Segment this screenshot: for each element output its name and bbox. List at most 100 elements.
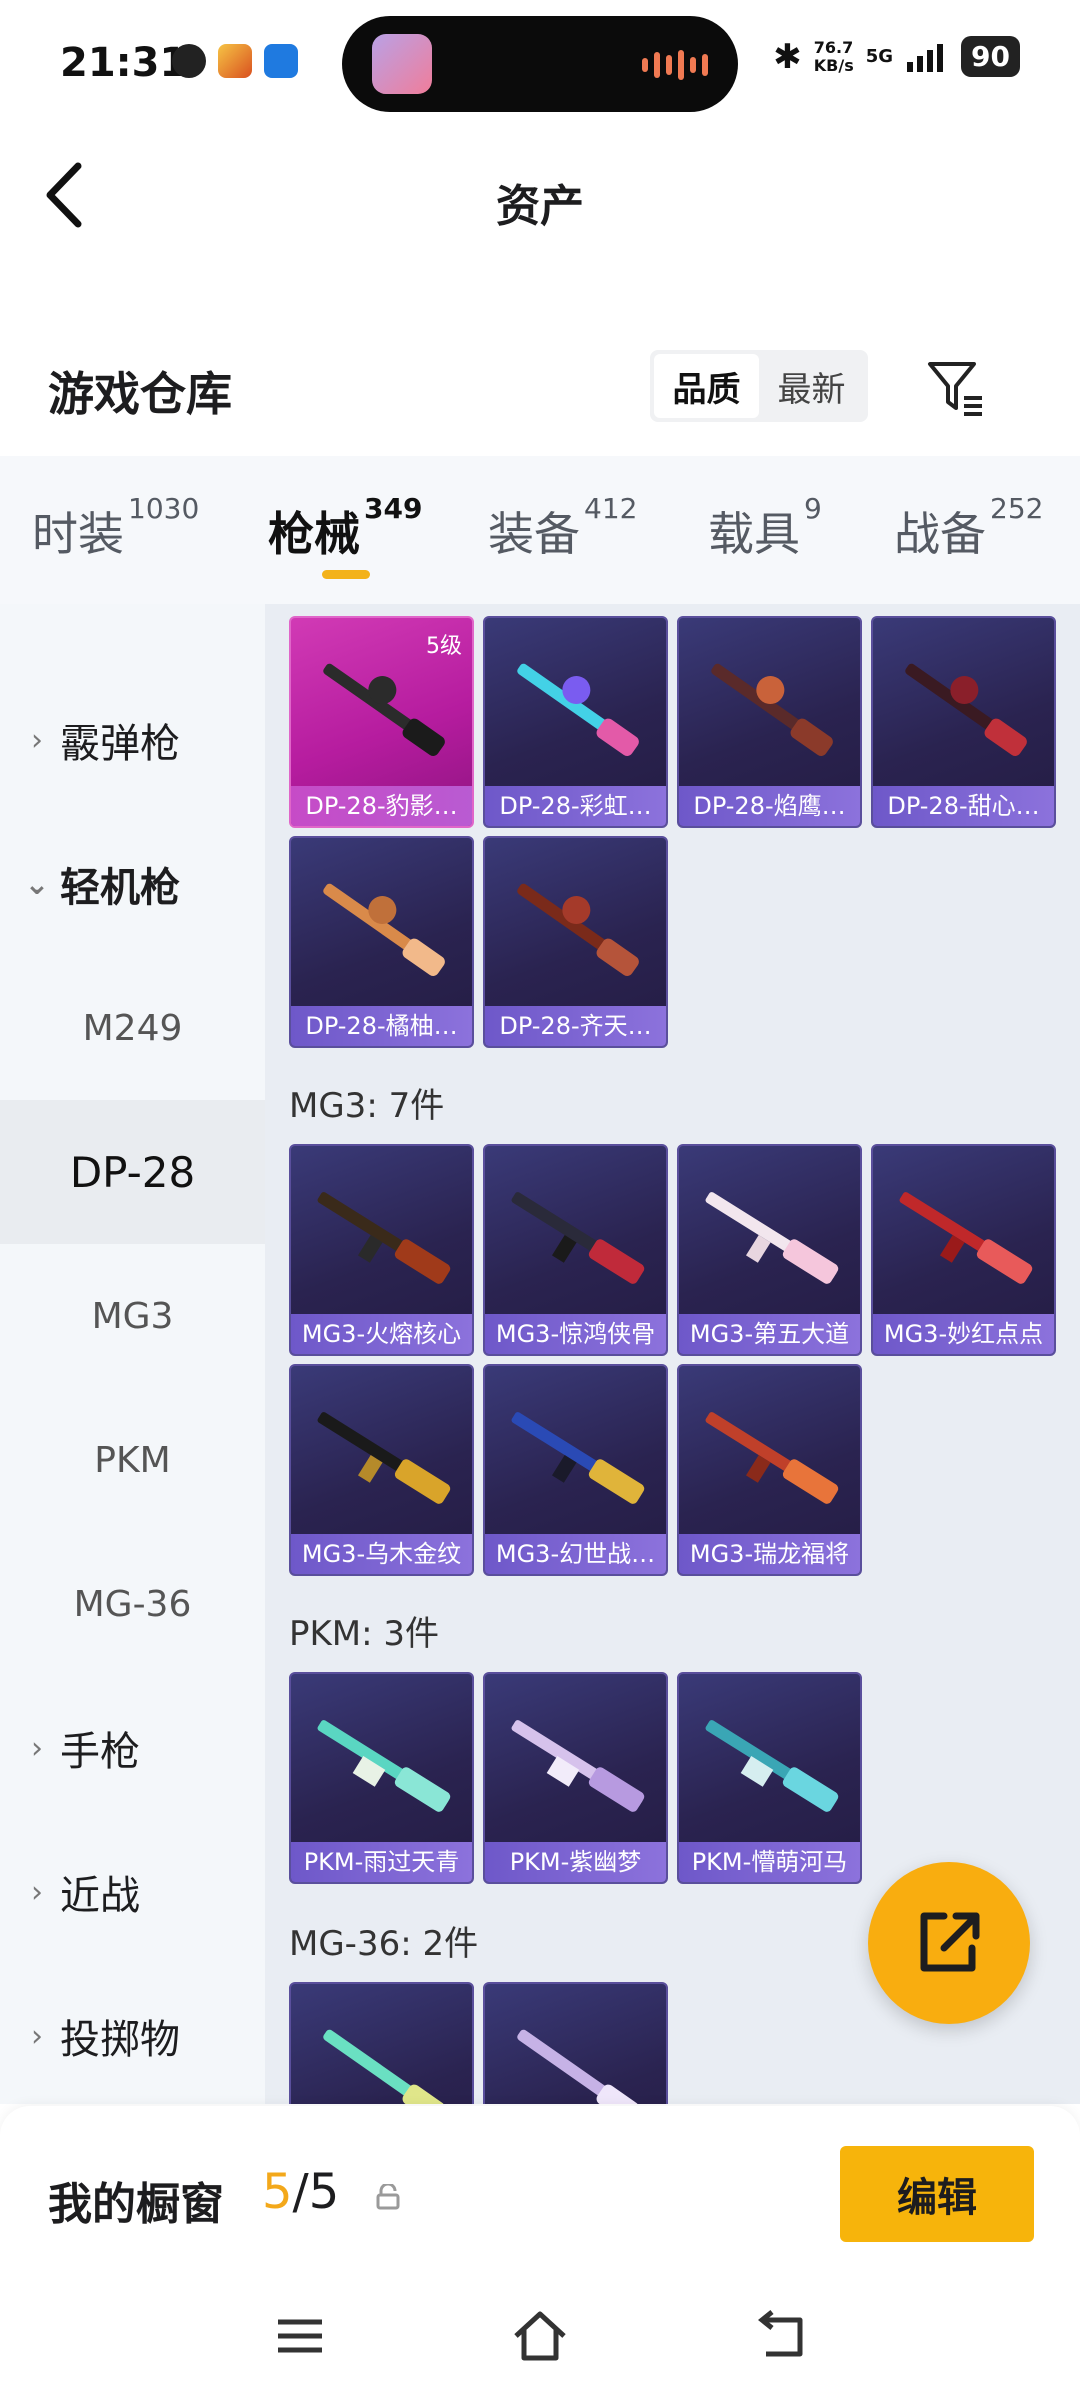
rifle-icon: [711, 663, 833, 756]
rifle-icon: [323, 883, 445, 976]
weapon-card[interactable]: PKM-雨过天青: [289, 1672, 474, 1884]
chevron-right-icon: ›: [0, 604, 60, 614]
chevron-down-icon: ⌄: [24, 866, 50, 902]
tab-guns[interactable]: 枪械 349: [268, 492, 422, 564]
sidebar-item-throwable[interactable]: › 投掷物: [0, 1964, 265, 2104]
sort-newest[interactable]: 最新: [759, 354, 864, 418]
notification-icon: [172, 44, 206, 78]
rifle-icon: [323, 663, 445, 756]
machine-gun-icon: [317, 1192, 451, 1284]
weapon-name: MG3-幻世战…: [485, 1534, 666, 1574]
level-badge: 5级: [426, 634, 462, 659]
signal-icon: 5G: [865, 46, 894, 67]
audio-wave-icon: [642, 50, 708, 80]
weapon-card[interactable]: MG3-惊鸿侠骨: [483, 1144, 668, 1356]
net-speed: 76.7 KB/s: [813, 37, 854, 75]
menu-icon[interactable]: [270, 2306, 330, 2366]
sidebar-item-shotgun[interactable]: › 霰弹枪: [0, 668, 265, 812]
weapon-card[interactable]: 5级 DP-28-豹影…: [289, 616, 474, 828]
back-nav-icon[interactable]: [752, 2306, 812, 2366]
showcase-count: 5/5: [262, 2164, 340, 2220]
share-icon: [920, 1912, 980, 1972]
chevron-right-icon: ›: [31, 2018, 43, 2054]
share-button[interactable]: [868, 1862, 1030, 2024]
machine-gun-icon: [317, 1412, 451, 1504]
status-indicators: ✱ 76.7 KB/s 5G 90: [773, 36, 1020, 77]
rifle-icon: [517, 663, 639, 756]
weapon-name: DP-28-豹影…: [291, 786, 472, 826]
home-icon[interactable]: [510, 2306, 570, 2366]
warehouse-title: 游戏仓库: [48, 367, 232, 421]
status-bar: 21:31 ✱ 76.7 KB/s 5G 90: [0, 0, 1080, 120]
tab-vehicles[interactable]: 载具 9: [708, 492, 822, 564]
app-header: 资产: [0, 130, 1080, 260]
battery-icon: 90: [961, 36, 1020, 77]
weapon-name: MG3-第五大道: [679, 1314, 860, 1354]
machine-gun-icon: [511, 1192, 645, 1284]
section-label-pkm: PKM: 3件: [289, 1614, 440, 1654]
weapon-card[interactable]: MG3-第五大道: [677, 1144, 862, 1356]
weapon-card[interactable]: [289, 1982, 474, 2104]
section-label-mg36: MG-36: 2件: [289, 1924, 479, 1964]
weapon-card[interactable]: MG3-幻世战…: [483, 1364, 668, 1576]
chevron-right-icon: ›: [31, 1874, 43, 1910]
weapon-name: DP-28-齐天…: [485, 1006, 666, 1046]
filter-icon: [928, 362, 982, 416]
weapon-type-sidebar: › ›霰弹枪 ⌄轻机枪 M249 DP-28 MG3 PKM MG-36 ›手枪…: [0, 604, 265, 2104]
wireless-icon: [264, 44, 298, 78]
tab-indicator: [322, 570, 370, 579]
sidebar-item-pkm[interactable]: PKM: [0, 1388, 265, 1532]
weapon-card[interactable]: DP-28-彩虹…: [483, 616, 668, 828]
weapon-card[interactable]: MG3-妙红点点: [871, 1144, 1056, 1356]
sort-toggle: 品质 最新: [650, 350, 868, 422]
chevron-right-icon: ›: [31, 722, 43, 758]
weapon-card[interactable]: MG3-瑞龙福将: [677, 1364, 862, 1576]
sidebar-item-mg36[interactable]: MG-36: [0, 1532, 265, 1676]
weapon-card[interactable]: DP-28-焰鹰…: [677, 616, 862, 828]
sort-quality[interactable]: 品质: [654, 354, 759, 418]
weapon-card[interactable]: PKM-懵萌河马: [677, 1672, 862, 1884]
weapon-name: DP-28-焰鹰…: [679, 786, 860, 826]
machine-gun-icon: [705, 1720, 839, 1812]
rifle-icon: [517, 883, 639, 976]
weapon-card[interactable]: MG3-火熔核心: [289, 1144, 474, 1356]
weapon-name: MG3-瑞龙福将: [679, 1534, 860, 1574]
weapon-card[interactable]: DP-28-甜心…: [871, 616, 1056, 828]
edit-button[interactable]: 编辑: [840, 2146, 1034, 2242]
bluetooth-icon: ✱: [773, 36, 802, 77]
machine-gun-icon: [317, 1720, 451, 1812]
showcase-label: 我的橱窗: [48, 2179, 224, 2230]
weapon-name: PKM-雨过天青: [291, 1842, 472, 1882]
tab-fashion[interactable]: 时装 1030: [32, 492, 199, 564]
category-tabs: 时装 1030 枪械 349 装备 412 载具 9 战备 252: [0, 456, 1080, 604]
weapon-card[interactable]: DP-28-齐天…: [483, 836, 668, 1048]
sidebar-item-dp28[interactable]: DP-28: [0, 1100, 265, 1244]
rifle-icon: [905, 663, 1027, 756]
weapon-name: MG3-乌木金纹: [291, 1534, 472, 1574]
weapon-name: PKM-紫幽梦: [485, 1842, 666, 1882]
game-app-icon: [218, 44, 252, 78]
sidebar-item-pistol[interactable]: › 手枪: [0, 1676, 265, 1820]
dynamic-island: [342, 16, 738, 112]
sidebar-item-mg3[interactable]: MG3: [0, 1244, 265, 1388]
sidebar-item-partial[interactable]: ›: [0, 604, 265, 668]
weapon-card[interactable]: DP-28-橘柚…: [289, 836, 474, 1048]
tab-equipment[interactable]: 装备 412: [488, 492, 637, 564]
lock-icon: [376, 2184, 400, 2210]
status-time: 21:31: [60, 40, 188, 86]
weapon-name: DP-28-彩虹…: [485, 786, 666, 826]
tab-battle-prep[interactable]: 战备 252: [894, 492, 1043, 564]
weapon-card[interactable]: [483, 1982, 668, 2104]
filter-button[interactable]: [924, 356, 988, 420]
weapon-name: MG3-妙红点点: [873, 1314, 1054, 1354]
weapon-card[interactable]: MG3-乌木金纹: [289, 1364, 474, 1576]
music-cover-icon: [372, 34, 432, 94]
weapon-card[interactable]: PKM-紫幽梦: [483, 1672, 668, 1884]
sidebar-item-lmg[interactable]: ⌄ 轻机枪: [0, 812, 265, 956]
system-nav-bar: [0, 2282, 1080, 2400]
machine-gun-icon: [511, 1720, 645, 1812]
rifle-icon: [517, 2029, 639, 2104]
sidebar-item-m249[interactable]: M249: [0, 956, 265, 1100]
sidebar-item-melee[interactable]: › 近战: [0, 1820, 265, 1964]
machine-gun-icon: [511, 1412, 645, 1504]
